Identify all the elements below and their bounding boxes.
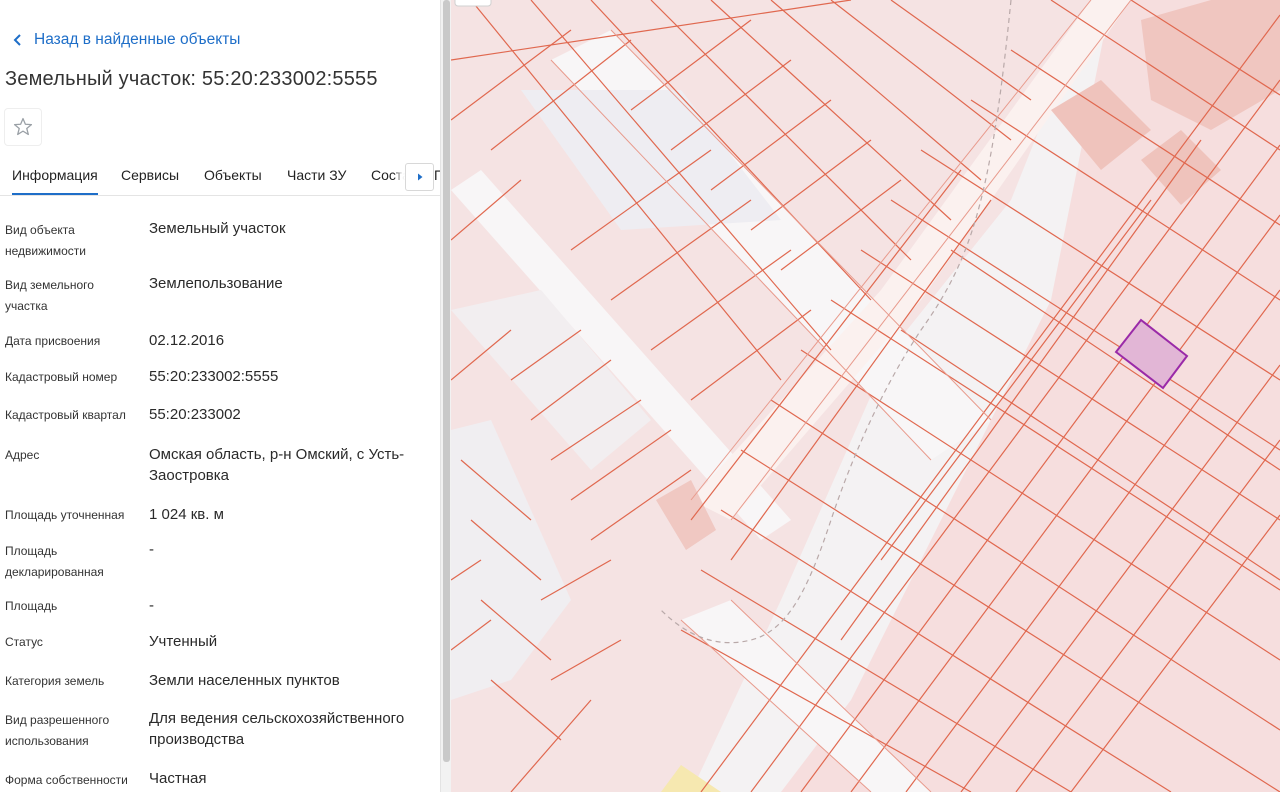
field-label: Площадь xyxy=(5,599,58,613)
field-value: - xyxy=(149,541,154,558)
tab-services[interactable]: Сервисы xyxy=(121,167,179,183)
tab-parts[interactable]: Части ЗУ xyxy=(287,167,346,183)
field-value: - xyxy=(149,597,154,614)
tabs-scroll-right-button[interactable] xyxy=(405,163,434,191)
field-label: Площадь уточненная xyxy=(5,508,125,522)
field-value: 55:20:233002 xyxy=(149,406,241,423)
field-label: Вид земельного участка xyxy=(5,278,94,313)
field-value: 02.12.2016 xyxy=(149,332,225,349)
field-label: Дата присвоения xyxy=(5,334,101,348)
field-label: Кадастровый номер xyxy=(5,370,118,384)
field-value: Земельный участок xyxy=(149,220,286,237)
back-link-label[interactable]: Назад в найденные объекты xyxy=(34,31,240,49)
field-value: Частная xyxy=(149,770,207,787)
field-value: 1 024 кв. м xyxy=(149,506,224,523)
field-label: Форма собственности xyxy=(5,773,128,787)
tab-information[interactable]: Информация xyxy=(12,167,98,195)
panel-scrollbar[interactable] xyxy=(440,0,451,792)
field-value: Земли населенных пунктов xyxy=(149,672,340,689)
field-value: Учтенный xyxy=(149,633,218,650)
tab-objects[interactable]: Объекты xyxy=(204,167,262,183)
scrollbar-thumb[interactable] xyxy=(443,0,450,762)
map-control-button[interactable] xyxy=(454,0,492,7)
field-label: Вид разрешенного использования xyxy=(5,713,110,748)
field-label: Статус xyxy=(5,635,43,649)
field-value: Землепользование xyxy=(149,275,283,292)
page-title: Земельный участок: 55:20:233002:5555 xyxy=(5,68,378,90)
field-label: Кадастровый квартал xyxy=(5,408,126,422)
cadastral-map[interactable] xyxy=(451,0,1280,792)
field-value: 55:20:233002:5555 xyxy=(149,368,279,385)
field-label: Площадь декларированная xyxy=(5,544,104,579)
star-outline-icon xyxy=(13,117,33,136)
field-label: Вид объекта недвижимости xyxy=(5,223,86,258)
favorite-button[interactable] xyxy=(4,108,42,146)
chevron-left-icon xyxy=(13,34,21,46)
field-label: Адрес xyxy=(5,448,40,462)
info-panel: Назад в найденные объекты Земельный учас… xyxy=(0,0,440,792)
field-value: Для ведения сельскохозяйственного произв… xyxy=(149,710,405,748)
field-label: Категория земель xyxy=(5,674,105,688)
tabs-bar: Информация Сервисы Объекты Части ЗУ Сост… xyxy=(0,158,440,196)
back-to-results-link[interactable]: Назад в найденные объекты xyxy=(10,31,240,49)
map-canvas[interactable] xyxy=(451,0,1280,792)
field-value: Омская область, р-н Омский, с Усть-Заост… xyxy=(149,446,405,484)
caret-right-icon xyxy=(417,173,422,181)
